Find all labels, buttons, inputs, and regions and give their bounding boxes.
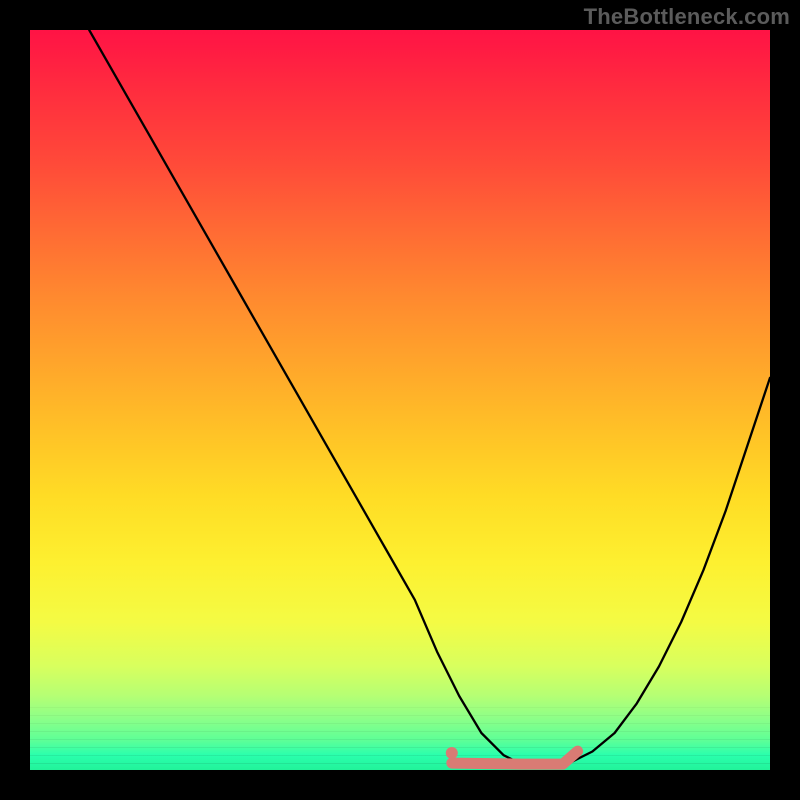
chart-svg [30, 30, 770, 770]
chart-frame: TheBottleneck.com [0, 0, 800, 800]
bottleneck-curve [89, 30, 770, 766]
watermark-text: TheBottleneck.com [584, 4, 790, 30]
optimal-point-marker [446, 747, 458, 759]
plot-area [30, 30, 770, 770]
optimal-range-bar [452, 751, 578, 764]
